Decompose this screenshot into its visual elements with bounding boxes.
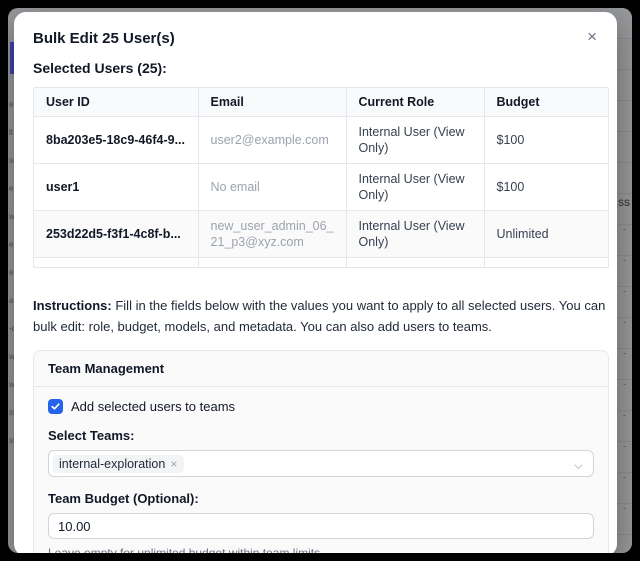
background-page-right-edge: SS - - - - - - - - - -	[616, 8, 632, 553]
background-dash: -	[623, 472, 626, 482]
users-table-body: 8ba203e5-18c9-46f4-9...user2@example.com…	[34, 117, 608, 269]
background-dash: -	[623, 286, 626, 296]
cell-role: Internal User (View Only)	[346, 164, 484, 211]
cell-email: user2@example.com	[198, 117, 346, 164]
table-row: 8ba203e5-18c9-46f4-9...user2@example.com…	[34, 117, 608, 164]
background-dash: -	[623, 379, 626, 389]
cell-budget: Unlimited	[484, 211, 608, 258]
cell-email: No email	[198, 164, 346, 211]
cell-user_id: 5dbd2335-cdd6-47ca-b...	[34, 258, 198, 269]
table-row: 5dbd2335-cdd6-47ca-b...interInternal Use…	[34, 258, 608, 269]
team-tag-label: internal-exploration	[59, 457, 165, 471]
background-dash: -	[623, 348, 626, 358]
background-dash: -	[623, 255, 626, 265]
table-row: 253d22d5-f3f1-4c8f-b...new_user_admin_06…	[34, 211, 608, 258]
dimmed-backdrop: eltseerwererar-qwwstst SS ---------- Bul…	[8, 8, 632, 553]
team-management-card: Team Management Add selected users to te…	[33, 350, 609, 553]
selected-team-tag: internal-exploration ×	[52, 455, 184, 473]
instructions-text: Instructions: Fill in the fields below w…	[33, 295, 611, 337]
cell-budget: $100	[484, 164, 608, 211]
team-budget-input[interactable]	[48, 513, 594, 539]
teams-multiselect[interactable]: internal-exploration ×	[48, 450, 594, 477]
table-header-row: User IDEmailCurrent RoleBudget	[34, 88, 608, 117]
chevron-down-icon[interactable]	[573, 459, 584, 477]
close-icon[interactable]: ×	[585, 30, 599, 44]
column-header: Current Role	[346, 88, 484, 117]
add-users-to-teams-checkbox-row[interactable]: Add selected users to teams	[48, 399, 594, 414]
selected-users-table: User IDEmailCurrent RoleBudget 8ba203e5-…	[34, 88, 608, 268]
background-dash: -	[623, 441, 626, 451]
cell-role: Internal User (View Only)	[346, 258, 484, 269]
background-dash: -	[623, 317, 626, 327]
instructions-label: Instructions:	[33, 298, 112, 313]
modal-header: Bulk Edit 25 User(s) ×	[33, 30, 607, 47]
select-teams-label: Select Teams:	[48, 428, 594, 443]
cell-user_id: user1	[34, 164, 198, 211]
background-text-fragment: lt	[9, 128, 13, 137]
bulk-edit-modal: Bulk Edit 25 User(s) × Selected Users (2…	[14, 12, 617, 553]
selected-users-label: Selected Users (25):	[33, 60, 607, 76]
team-management-title: Team Management	[34, 351, 608, 387]
cell-role: Internal User (View Only)	[346, 117, 484, 164]
cell-role: Internal User (View Only)	[346, 211, 484, 258]
background-text-fragment: e	[9, 100, 13, 109]
background-dash: -	[623, 410, 626, 420]
cell-email: inter	[198, 258, 346, 269]
modal-title: Bulk Edit 25 User(s)	[33, 30, 175, 47]
cell-user_id: 253d22d5-f3f1-4c8f-b...	[34, 211, 198, 258]
remove-tag-icon[interactable]: ×	[170, 457, 177, 471]
column-header: Email	[198, 88, 346, 117]
budget-helper-text: Leave empty for unlimited budget within …	[48, 546, 594, 553]
cell-budget: $100	[484, 117, 608, 164]
cell-user_id: 8ba203e5-18c9-46f4-9...	[34, 117, 198, 164]
cell-budget: Unlimited	[484, 258, 608, 269]
checkbox-label: Add selected users to teams	[71, 399, 235, 414]
cell-email: new_user_admin_06_21_p3@xyz.com	[198, 211, 346, 258]
background-dash: -	[623, 503, 626, 513]
team-management-body: Add selected users to teams Select Teams…	[34, 387, 608, 553]
column-header: User ID	[34, 88, 198, 117]
selected-users-table-container[interactable]: User IDEmailCurrent RoleBudget 8ba203e5-…	[33, 87, 609, 268]
background-dash: -	[623, 224, 626, 234]
column-header: Budget	[484, 88, 608, 117]
table-row: user1No emailInternal User (View Only)$1…	[34, 164, 608, 211]
team-budget-label: Team Budget (Optional):	[48, 491, 594, 506]
checkbox-checked-icon[interactable]	[48, 399, 63, 414]
background-column-header: SS	[618, 198, 630, 208]
